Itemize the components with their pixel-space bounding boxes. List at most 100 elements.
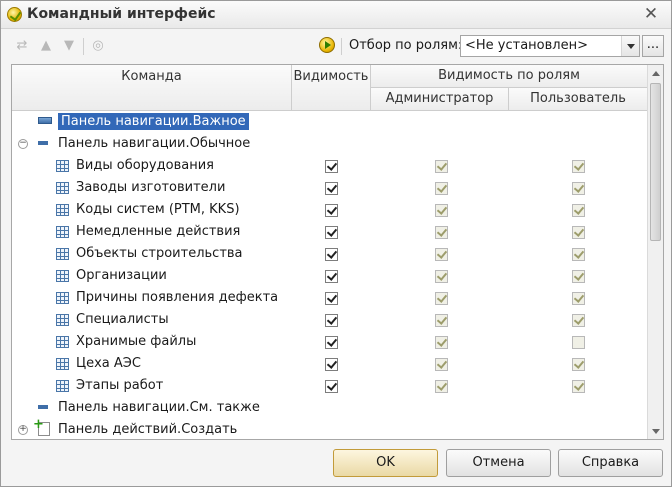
move-to-group-icon[interactable]: ⇄ bbox=[14, 38, 30, 54]
admin-visibility-checkbox[interactable] bbox=[435, 204, 448, 217]
admin-visibility-checkbox[interactable] bbox=[435, 182, 448, 195]
admin-visibility-checkbox[interactable] bbox=[435, 292, 448, 305]
user-visibility-checkbox[interactable] bbox=[572, 358, 585, 371]
table-row[interactable]: Немедленные действия bbox=[12, 222, 648, 244]
row-label: Хранимые файлы bbox=[76, 334, 197, 349]
table-row[interactable]: Панель навигации.См. также bbox=[12, 398, 648, 420]
move-up-icon[interactable]: ▲ bbox=[38, 38, 54, 54]
toolbar-separator bbox=[341, 38, 342, 55]
row-label: Коды систем (PTM, KKS) bbox=[76, 202, 240, 217]
catalog-icon bbox=[56, 380, 69, 392]
title-bar: Командный интерфейс ✕ bbox=[1, 1, 671, 29]
user-visibility-checkbox[interactable] bbox=[572, 204, 585, 217]
table-row[interactable]: Организации bbox=[12, 266, 648, 288]
column-header-visibility[interactable]: Видимость bbox=[292, 65, 371, 111]
column-header-admin[interactable]: Администратор bbox=[371, 88, 509, 111]
admin-visibility-checkbox[interactable] bbox=[435, 358, 448, 371]
admin-visibility-checkbox[interactable] bbox=[435, 160, 448, 173]
table-row[interactable]: Виды оборудования bbox=[12, 156, 648, 178]
column-header-user[interactable]: Пользователь bbox=[509, 88, 648, 111]
user-visibility-checkbox[interactable] bbox=[572, 160, 585, 173]
apply-filter-icon[interactable] bbox=[319, 37, 335, 53]
catalog-icon bbox=[56, 226, 69, 238]
row-label: Панель навигации.См. также bbox=[58, 400, 260, 415]
visibility-checkbox[interactable] bbox=[325, 182, 338, 195]
visibility-checkbox[interactable] bbox=[325, 380, 338, 393]
close-button[interactable]: ✕ bbox=[641, 4, 661, 24]
row-label: Причины появления дефекта bbox=[76, 290, 279, 305]
panel-icon bbox=[38, 117, 52, 124]
role-filter-more-button[interactable]: ... bbox=[642, 35, 664, 57]
scroll-down-icon[interactable] bbox=[648, 423, 663, 439]
user-visibility-checkbox[interactable] bbox=[572, 380, 585, 393]
create-command-icon bbox=[33, 417, 50, 436]
catalog-icon bbox=[56, 270, 69, 282]
user-visibility-checkbox[interactable] bbox=[572, 336, 585, 349]
user-visibility-checkbox[interactable] bbox=[572, 226, 585, 239]
command-interface-window: Командный интерфейс ✕ ⇄ ▲ ▼ ◎ Отбор по р… bbox=[0, 0, 672, 487]
chevron-down-icon[interactable] bbox=[621, 36, 639, 56]
role-filter-select[interactable]: <Не установлен> bbox=[460, 35, 640, 57]
admin-visibility-checkbox[interactable] bbox=[435, 270, 448, 283]
toolbar-separator bbox=[83, 38, 84, 55]
table-row[interactable]: Специалисты bbox=[12, 310, 648, 332]
user-visibility-checkbox[interactable] bbox=[572, 182, 585, 195]
table-row[interactable]: Цеха АЭС bbox=[12, 354, 648, 376]
user-visibility-checkbox[interactable] bbox=[572, 292, 585, 305]
role-filter-value: <Не установлен> bbox=[465, 38, 588, 53]
admin-visibility-checkbox[interactable] bbox=[435, 314, 448, 327]
column-header-role-visibility: Видимость по ролям bbox=[371, 65, 648, 88]
user-visibility-checkbox[interactable] bbox=[572, 270, 585, 283]
scroll-up-icon[interactable] bbox=[648, 65, 663, 81]
collapse-icon[interactable]: − bbox=[18, 139, 28, 149]
table-row[interactable]: Причины появления дефекта bbox=[12, 288, 648, 310]
catalog-icon bbox=[56, 182, 69, 194]
admin-visibility-checkbox[interactable] bbox=[435, 380, 448, 393]
row-label: Этапы работ bbox=[76, 378, 164, 393]
admin-visibility-checkbox[interactable] bbox=[435, 226, 448, 239]
panel-icon bbox=[38, 141, 48, 145]
catalog-icon bbox=[56, 204, 69, 216]
catalog-icon bbox=[56, 160, 69, 172]
vertical-scrollbar[interactable] bbox=[647, 65, 663, 439]
table-row[interactable]: + Панель действий.Создать bbox=[12, 417, 648, 439]
visibility-checkbox[interactable] bbox=[325, 226, 338, 239]
table-row[interactable]: Заводы изготовители bbox=[12, 178, 648, 200]
role-filter-label: Отбор по ролям: bbox=[349, 38, 463, 53]
user-visibility-checkbox[interactable] bbox=[572, 314, 585, 327]
row-label: Объекты строительства bbox=[76, 246, 243, 261]
visibility-checkbox[interactable] bbox=[325, 204, 338, 217]
visibility-checkbox[interactable] bbox=[325, 314, 338, 327]
refresh-icon[interactable]: ◎ bbox=[90, 38, 106, 54]
row-label: Панель навигации.Обычное bbox=[58, 136, 251, 151]
table-row[interactable]: Этапы работ bbox=[12, 376, 648, 398]
table-row[interactable]: − Панель навигации.Обычное bbox=[12, 134, 648, 156]
row-label: Панель навигации.Важное bbox=[58, 113, 249, 130]
table-row[interactable]: Коды систем (PTM, KKS) bbox=[12, 200, 648, 222]
row-label: Панель действий.Создать bbox=[58, 422, 238, 437]
ok-button[interactable]: OK bbox=[333, 449, 438, 477]
table-row[interactable]: Хранимые файлы bbox=[12, 332, 648, 354]
move-down-icon[interactable]: ▼ bbox=[61, 38, 77, 54]
visibility-checkbox[interactable] bbox=[325, 270, 338, 283]
table-row[interactable]: Панель навигации.Важное bbox=[12, 112, 648, 134]
panel-icon bbox=[38, 405, 48, 409]
catalog-icon bbox=[56, 292, 69, 304]
visibility-checkbox[interactable] bbox=[325, 160, 338, 173]
admin-visibility-checkbox[interactable] bbox=[435, 336, 448, 349]
visibility-checkbox[interactable] bbox=[325, 336, 338, 349]
scrollbar-thumb[interactable] bbox=[650, 83, 661, 241]
cancel-button[interactable]: Отмена bbox=[446, 449, 551, 477]
app-logo-icon bbox=[7, 7, 22, 22]
help-button[interactable]: Справка bbox=[558, 449, 663, 477]
visibility-checkbox[interactable] bbox=[325, 358, 338, 371]
user-visibility-checkbox[interactable] bbox=[572, 248, 585, 261]
expand-icon[interactable]: + bbox=[18, 425, 28, 435]
column-header-command[interactable]: Команда bbox=[12, 65, 292, 111]
visibility-checkbox[interactable] bbox=[325, 292, 338, 305]
admin-visibility-checkbox[interactable] bbox=[435, 248, 448, 261]
commands-grid: Команда Видимость Видимость по ролям Адм… bbox=[11, 64, 664, 440]
row-label: Заводы изготовители bbox=[76, 180, 226, 195]
table-row[interactable]: Объекты строительства bbox=[12, 244, 648, 266]
visibility-checkbox[interactable] bbox=[325, 248, 338, 261]
